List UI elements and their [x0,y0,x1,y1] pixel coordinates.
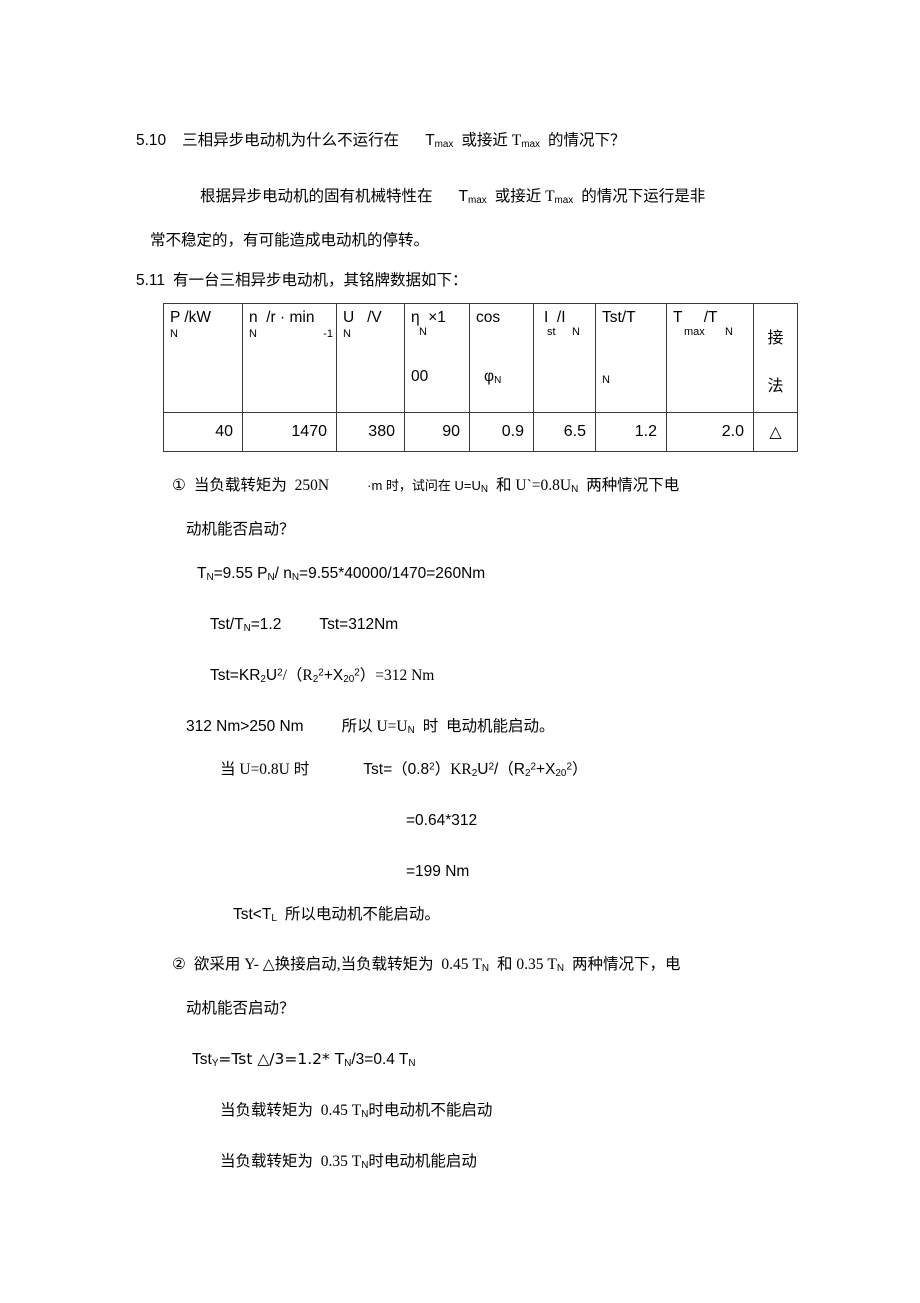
part2-calc-tsty: TstY=Tst △/3=1.2* TN/3=0.4 TN [192,1050,416,1070]
problem-510-question-mid: 或接近 T [461,132,522,149]
value-current-ratio: 6.5 [533,412,596,452]
value-rated-power: 40 [163,412,243,452]
motor-nameplate-table: P /kW N n /r · min N -1 U /V N η ×1 N 00… [163,303,798,452]
header-power-sub: N [170,328,178,340]
problem-510-question: 5.10 三相异步电动机为什么不运行在 Tmax 或接近 Tmax 的情况下？ [136,132,626,151]
part1-marker: ① [172,476,186,494]
part2-result-2: 当负载转矩为 0.35 TN时电动机能启动 [220,1153,477,1172]
header-speed-main: n /r · min [249,309,315,326]
header-tst-second: N [602,374,610,386]
header-current-main: I /I [544,309,566,326]
part1-calc-199: =199 Nm [406,863,470,880]
header-cell-connection: 接 法 [753,303,798,413]
problem-510-question-suffix: 的情况下？ [547,132,626,149]
value-efficiency: 90 [404,412,470,452]
header-connection-char2: 法 [767,378,784,395]
part1-l1b: ·m 时，试问在 U=U [367,478,481,493]
header-speed-exp: -1 [323,328,333,340]
header-cell-starting-torque-ratio: Tst/T N [595,303,667,413]
header-efficiency-sub: N [419,326,427,338]
header-cell-rated-voltage: U /V N [336,303,405,413]
value-starting-torque-ratio: 1.2 [595,412,667,452]
header-connection-char1: 接 [767,330,784,347]
part2-l1c: 两种情况下，电 [571,956,681,973]
problem-510-number: 5.10 [136,132,167,149]
tmax-sub-4: max [554,195,574,207]
part2-l1b: 和 0.35 T [496,956,557,973]
tmax-symbol-3: Tmax [458,188,487,207]
part1-l1b-sub: N [480,484,489,496]
problem-511-title: 5.11 有一台三相异步电动机，其铭牌数据如下： [136,273,468,289]
header-tst-main: Tst/T [602,309,636,326]
part2-l1b-sub: N [556,963,564,975]
header-tmax-sub2: N [725,326,733,338]
header-current-sub1: st [547,326,556,338]
header-current-sub2: N [572,326,580,338]
header-voltage-sub: N [343,328,351,340]
part1-conclusion-2: Tst<TL 所以电动机不能启动。 [233,906,440,925]
header-cell-max-torque-ratio: T /T max N [666,303,754,413]
answer-510-l1e: 的情况下运行是非 [581,188,706,205]
part1-conclusion-1: 312 Nm>250 Nm 所以 U=UN 时 电动机能启动。 [186,718,555,737]
header-cell-starting-current-ratio: I /I st N [533,303,596,413]
part1-l1d: 两种情况下电 [586,477,680,494]
tmax-sub-2: max [521,139,540,151]
value-connection: △ [753,412,798,452]
header-voltage-main: U /V [343,309,382,326]
header-efficiency-main: η ×1 [411,309,446,326]
part2-question-line1: ② 欲采用 Y- △换接启动,当负载转矩为 0.45 TN 和 0.35 TN 两种情… [172,955,681,975]
header-tmax-main: T /T [673,309,718,326]
header-pf-main: cos [476,309,501,326]
value-power-factor: 0.9 [469,412,534,452]
header-pf-second: φN [484,368,502,387]
part2-result-1: 当负载转矩为 0.45 TN时电动机不能启动 [220,1102,493,1121]
part1-l1c-sub: N [571,484,579,496]
header-cell-efficiency: η ×1 N 00 [404,303,470,413]
value-max-torque-ratio: 2.0 [666,412,754,452]
part1-calc-tn: TN=9.55 PN/ nN=9.55*40000/1470=260Nm [197,565,486,584]
table-header-row: P /kW N n /r · min N -1 U /V N η ×1 N 00… [163,303,798,413]
part1-l1c: 和 U`=0.8U [496,477,572,494]
tmax-symbol-1: Tmax [425,132,454,151]
part1-l1a: 当负载转矩为 250N [193,477,330,494]
part2-question-line2: 动机能否启动？ [186,1000,295,1017]
part1-calc-tst-ratio: Tst/TN=1.2 Tst=312Nm [210,616,399,635]
part2-l1a: 欲采用 Y- △换接启动,当负载转矩为 0.45 T [193,956,482,973]
part2-marker: ② [172,955,186,973]
header-power-main: P /kW [170,309,212,326]
problem-510-question-prefix: 三相异步电动机为什么不运行在 [182,132,400,149]
document-page: 5.10 三相异步电动机为什么不运行在 Tmax 或接近 Tmax 的情况下？ 根据异步… [0,0,920,1303]
problem-510-answer-line2: 常不稳定的，有可能造成电动机的停转。 [150,232,430,249]
part1-calc-08u: 当 U=0.8U 时 Tst=（0.82）KR2U2/（R22+X202） [220,761,588,780]
header-tmax-sub1: max [684,326,705,338]
problem-510-answer-line1: 根据异步电动机的固有机械特性在 Tmax 或接近 Tmax 的情况下运行是非 [200,188,706,207]
header-efficiency-second: 00 [411,368,429,385]
value-rated-speed: 1470 [242,412,337,452]
problem-511-number: 5.11 [136,272,166,289]
part2-l1a-sub: N [481,963,489,975]
part1-calc-064: =0.64*312 [406,812,478,829]
part1-question-line1: ① 当负载转矩为 250N ·m 时，试问在 U=UN 和 U`=0.8UN 两种情况下… [172,476,680,496]
part1-calc-tst-formula: Tst=KR2U2/（R22+X202）=312 Nm [210,667,435,686]
header-cell-rated-power: P /kW N [163,303,243,413]
header-cell-power-factor: cos φN [469,303,534,413]
answer-510-l1a: 根据异步电动机的固有机械特性在 [200,188,433,205]
answer-510-l1c: 或接近 T [494,188,555,205]
part1-question-line2: 动机能否启动？ [186,521,295,538]
table-value-row: 40 1470 380 90 0.9 6.5 1.2 2.0 △ [163,412,798,452]
value-rated-voltage: 380 [336,412,405,452]
header-cell-rated-speed: n /r · min N -1 [242,303,337,413]
problem-511-title-text: 有一台三相异步电动机，其铭牌数据如下： [173,272,468,289]
header-speed-sub: N [249,328,257,340]
